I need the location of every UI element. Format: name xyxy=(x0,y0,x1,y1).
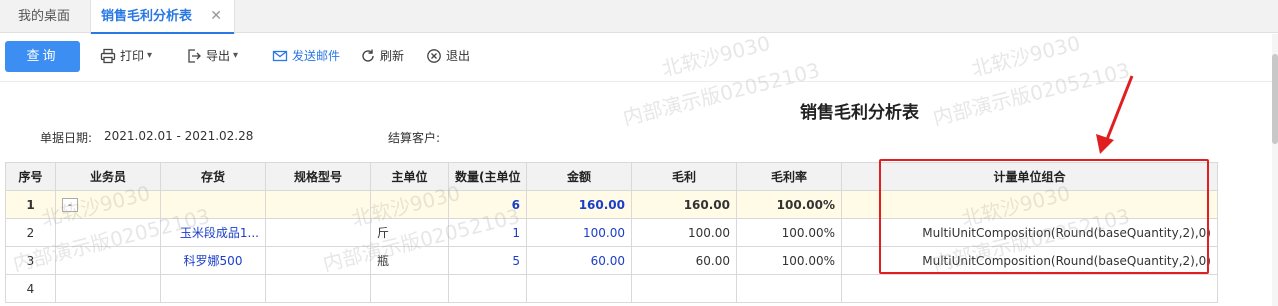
unit-cell xyxy=(370,274,449,303)
unit-combo-cell: MultiUnitComposition(Round(baseQuantity,… xyxy=(841,246,1218,275)
profit-rate-cell: 100.00% xyxy=(736,190,842,219)
refresh-icon xyxy=(362,49,374,62)
chevron-down-icon: ▾ xyxy=(147,50,153,61)
quantity-cell[interactable]: 5 xyxy=(448,246,527,275)
column-header[interactable]: 主单位 xyxy=(370,162,449,191)
table-row[interactable]: 2 玉米段成品1... 斤 1 100.00 100.00 100.00% Mu… xyxy=(5,218,1218,247)
amount-cell[interactable]: 160.00 xyxy=(526,190,632,219)
row-number: 1 xyxy=(5,190,56,219)
date-filter-value: 2021.02.01 - 2021.02.28 xyxy=(104,129,254,143)
tab-my-desktop[interactable]: 我的桌面 xyxy=(18,0,70,33)
report-title: 销售毛利分析表 xyxy=(800,103,919,123)
table-row[interactable]: 4 xyxy=(5,274,1218,303)
date-filter-label: 单据日期: xyxy=(40,131,93,145)
salesman-cell: - xyxy=(55,190,161,219)
salesman-cell xyxy=(55,218,161,247)
column-header[interactable]: 毛利 xyxy=(631,162,737,191)
export-icon xyxy=(188,49,201,63)
spec-cell xyxy=(265,246,371,275)
unit-cell: 瓶 xyxy=(370,246,449,275)
table-row[interactable]: 3 科罗娜500 瓶 5 60.00 60.00 100.00% MultiUn… xyxy=(5,246,1218,275)
customer-filter-label: 结算客户: xyxy=(388,131,441,145)
item-link[interactable]: 玉米段成品1... xyxy=(160,218,266,247)
spec-cell xyxy=(265,190,371,219)
column-header[interactable]: 存货 xyxy=(160,162,266,191)
profit-rate-cell xyxy=(736,274,842,303)
report-table: 序号 业务员 存货 规格型号 主单位 数量(主单位 金额 毛利 毛利率 计量单位… xyxy=(5,162,1218,303)
quantity-cell xyxy=(448,274,527,303)
scrollbar-thumb[interactable] xyxy=(1272,54,1278,144)
profit-cell xyxy=(631,274,737,303)
close-icon[interactable]: ✕ xyxy=(210,0,222,33)
chevron-down-icon: ▾ xyxy=(233,50,239,61)
tab-sales-gross-profit[interactable]: 销售毛利分析表 ✕ xyxy=(90,0,235,34)
query-button[interactable]: 查询 xyxy=(5,41,80,72)
profit-cell: 60.00 xyxy=(631,246,737,275)
column-header[interactable]: 数量(主单位 xyxy=(448,162,527,191)
print-label: 打印 xyxy=(120,49,145,63)
send-email-label: 发送邮件 xyxy=(292,49,341,63)
refresh-button[interactable]: 刷新 xyxy=(360,34,404,78)
amount-cell[interactable]: 100.00 xyxy=(526,218,632,247)
tab-label: 销售毛利分析表 xyxy=(101,9,193,24)
export-button[interactable]: 导出 ▾ xyxy=(186,34,238,78)
send-email-button[interactable]: 发送邮件 xyxy=(272,34,340,78)
amount-cell xyxy=(526,274,632,303)
unit-cell: 斤 xyxy=(370,218,449,247)
amount-cell[interactable]: 60.00 xyxy=(526,246,632,275)
column-header[interactable]: 业务员 xyxy=(55,162,161,191)
row-number: 3 xyxy=(5,246,56,275)
collapse-toggle[interactable]: - xyxy=(62,198,78,212)
table-row[interactable]: 1 - 6 160.00 160.00 100.00% xyxy=(5,190,1218,219)
profit-rate-cell: 100.00% xyxy=(736,246,842,275)
unit-cell xyxy=(370,190,449,219)
close-circle-icon xyxy=(427,49,441,63)
refresh-label: 刷新 xyxy=(380,49,405,63)
salesman-cell xyxy=(55,274,161,303)
unit-combo-cell xyxy=(841,274,1218,303)
annotation-arrow-icon xyxy=(1096,75,1134,154)
item-cell xyxy=(160,190,266,219)
exit-label: 退出 xyxy=(446,49,471,63)
quantity-cell[interactable]: 1 xyxy=(448,218,527,247)
table-header-row: 序号 业务员 存货 规格型号 主单位 数量(主单位 金额 毛利 毛利率 计量单位… xyxy=(5,162,1218,191)
profit-rate-cell: 100.00% xyxy=(736,218,842,247)
column-header[interactable]: 毛利率 xyxy=(736,162,842,191)
column-header[interactable]: 规格型号 xyxy=(265,162,371,191)
quantity-cell[interactable]: 6 xyxy=(448,190,527,219)
print-button[interactable]: 打印 ▾ xyxy=(100,34,152,78)
profit-cell: 100.00 xyxy=(631,218,737,247)
toolbar: 查询 打印 ▾ 导出 ▾ 发送邮件 刷新 退出 xyxy=(0,34,1278,82)
item-link[interactable]: 科罗娜500 xyxy=(160,246,266,275)
mail-icon xyxy=(272,50,288,62)
row-number: 4 xyxy=(5,274,56,303)
salesman-cell xyxy=(55,246,161,275)
exit-button[interactable]: 退出 xyxy=(426,34,470,78)
item-cell xyxy=(160,274,266,303)
row-number: 2 xyxy=(5,218,56,247)
tab-bar: 我的桌面 销售毛利分析表 ✕ xyxy=(0,0,1278,34)
spec-cell xyxy=(265,274,371,303)
unit-combo-cell: MultiUnitComposition(Round(baseQuantity,… xyxy=(841,218,1218,247)
unit-combo-cell xyxy=(841,190,1218,219)
column-header[interactable]: 序号 xyxy=(5,162,56,191)
spec-cell xyxy=(265,218,371,247)
printer-icon xyxy=(100,48,116,64)
column-header[interactable]: 金额 xyxy=(526,162,632,191)
export-label: 导出 xyxy=(206,49,231,63)
column-header-unit-combo[interactable]: 计量单位组合 xyxy=(841,162,1218,191)
vertical-scrollbar[interactable] xyxy=(1272,34,1278,306)
profit-cell: 160.00 xyxy=(631,190,737,219)
